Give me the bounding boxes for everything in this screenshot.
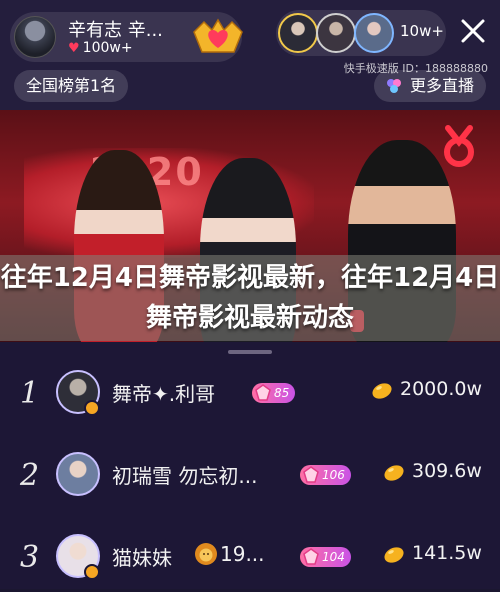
username: 猫妹妹 (112, 546, 172, 570)
level-badge: 106 (300, 465, 351, 485)
gem-icon (303, 466, 319, 483)
host-fans: ♥ 100w+ (68, 40, 133, 56)
rank-number: 2 (20, 458, 40, 493)
username: 舞帝✦.利哥 (112, 382, 216, 406)
host-name: 辛有志 辛... (68, 20, 163, 41)
leaderboard-row[interactable]: 2 初瑞雪 勿忘初... 106 309.6w (0, 440, 500, 510)
rank-number: 1 (20, 376, 40, 411)
more-live-button[interactable]: 更多直播 (373, 70, 486, 102)
viewer-avatar[interactable] (316, 13, 356, 53)
level-number: 85 (274, 386, 290, 400)
contribution-value: 141.5w (412, 542, 482, 564)
viewer-count: 10w+ (400, 22, 444, 40)
gem-icon (255, 384, 271, 401)
top-viewers[interactable]: 10w+ (276, 10, 446, 56)
host-info[interactable]: 辛有志 辛... ♥ 100w+ (10, 12, 243, 62)
gem-icon (303, 548, 319, 565)
avatar-badge-icon (84, 400, 100, 416)
rank-number: 3 (20, 540, 40, 575)
brand-logo-icon (444, 125, 474, 167)
rank-badge[interactable]: 全国榜第1名 (14, 70, 129, 102)
follow-heart-badge-icon[interactable] (190, 18, 246, 58)
kuaibi-coin-icon (384, 547, 404, 563)
host-fans-count: 100w+ (82, 40, 133, 56)
heart-icon: ♥ (68, 40, 80, 56)
level-badge: 104 (300, 547, 351, 567)
gift-leaderboard: 1 舞帝✦.利哥 85 2000.0w 2 初瑞雪 勿忘初... 106 309… (0, 342, 500, 589)
grapes-icon (386, 79, 401, 93)
article-title: 往年12月4日舞帝影视最新，往年12月4日舞帝影视最新动态 (0, 263, 500, 333)
drag-handle[interactable] (228, 350, 272, 354)
level-badge: 85 (252, 383, 296, 403)
username: 初瑞雪 勿忘初... (112, 464, 258, 488)
leaderboard-row[interactable]: 1 舞帝✦.利哥 85 2000.0w (0, 358, 500, 428)
viewer-avatar[interactable] (278, 13, 318, 53)
avatar-badge-icon (84, 564, 100, 580)
viewer-avatar[interactable] (354, 13, 394, 53)
close-icon[interactable] (458, 16, 488, 46)
contribution-value: 2000.0w (400, 378, 483, 400)
level-number: 106 (322, 468, 345, 482)
avatar[interactable] (56, 452, 100, 496)
kuaibi-coin-icon (384, 465, 404, 481)
contribution-value: 309.6w (412, 460, 482, 482)
kuaibi-coin-icon (372, 383, 392, 399)
more-live-label: 更多直播 (409, 76, 474, 95)
leaderboard-row[interactable]: 3 猫妹妹 19... 104 141.5w (0, 522, 500, 592)
host-avatar[interactable] (14, 16, 56, 58)
lion-icon (195, 543, 217, 565)
live-header: 辛有志 辛... ♥ 100w+ 10w+ 快手极速版 ID：188888880… (0, 0, 500, 110)
username-suffix: 19... (220, 542, 265, 566)
level-number: 104 (322, 550, 345, 564)
